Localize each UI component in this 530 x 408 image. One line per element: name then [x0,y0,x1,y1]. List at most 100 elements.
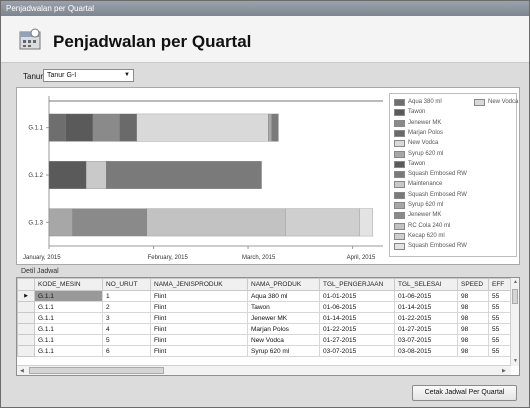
gantt-bar [119,113,137,142]
table-cell[interactable]: G.1.1 [34,345,103,357]
current-row-indicator-icon[interactable]: ▶ [17,290,35,302]
print-schedule-button[interactable]: Cetak Jadwal Per Quartal [412,385,517,401]
legend-label: Syrup 620 ml [408,202,444,208]
scroll-right-icon[interactable]: ▶ [502,368,506,374]
column-header[interactable]: SPEED [457,278,489,291]
row-header[interactable] [17,345,35,357]
table-cell[interactable]: G.1.1 [34,301,103,313]
table-cell[interactable]: 6 [102,345,151,357]
table-row[interactable]: G.1.1 5 Flint New Vodca 01-27-2015 03-07-2015… [17,334,519,346]
table-cell[interactable]: 1 [102,290,151,302]
column-header[interactable]: NO_URUT [102,278,151,291]
legend-swatch [394,129,405,137]
table-cell[interactable]: 98 [457,290,489,302]
legend-swatch [394,140,405,148]
chart-legend: Aqua 380 ml New Vodca Tawon Jenewer MK Marja… [389,93,518,257]
tanur-label: Tanur [23,72,44,81]
table-row[interactable]: G.1.1 2 Flint Tawon 01-06-2015 01-14-2015 98 55 [17,301,519,313]
legend-swatch [394,171,405,179]
table-cell[interactable]: 98 [457,345,489,357]
vertical-scrollbar[interactable]: ▲ ▼ [510,278,519,366]
table-cell[interactable]: 01-22-2015 [394,312,458,324]
legend-label: New Vodca [408,140,439,147]
table-cell[interactable]: Flint [150,290,248,302]
table-cell[interactable]: 01-14-2015 [394,301,458,313]
schedule-table[interactable]: KODE_MESIN NO_URUT NAMA_JENISPRODUK NAMA… [16,277,520,376]
table-cell[interactable]: Flint [150,312,248,324]
table-cell[interactable]: 01-27-2015 [394,323,458,335]
legend-label: Kecap 620 ml [408,232,445,239]
table-cell[interactable]: 2 [102,301,151,313]
table-cell[interactable]: 98 [457,301,489,313]
legend-label: Aqua 380 ml [408,99,442,105]
legend-swatch [394,181,405,189]
x-tick-label: January, 2015 [23,255,61,261]
vertical-scroll-thumb[interactable] [512,289,518,304]
table-row[interactable]: G.1.1 3 Flint Jenewer MK 01-14-2015 01-22-201… [17,312,519,324]
legend-swatch [394,212,405,220]
table-cell[interactable]: 98 [457,323,489,335]
legend-label: Jenewer MK [408,119,442,126]
table-cell[interactable]: G.1.1 [34,312,103,324]
table-cell[interactable]: G.1.1 [34,290,103,302]
row-header[interactable] [17,334,35,346]
table-cell[interactable]: 98 [457,334,489,346]
legend-swatch [394,232,405,240]
table-cell[interactable]: Aqua 380 ml [247,290,320,302]
gantt-chart: G.1.1 G.1.2 G.1.3 January, 2015 February, 20… [23,96,383,261]
column-header[interactable]: NAMA_JENISPRODUK [150,278,248,291]
column-header[interactable]: TGL_SELESAI [394,278,458,291]
detail-schedule-label: Detil Jadwal [21,268,59,275]
header-area: Penjadwalan per Quartal [1,16,529,63]
y-tick-label: G.1.2 [28,173,43,179]
scroll-left-icon[interactable]: ◀ [20,368,24,374]
table-cell[interactable]: G.1.1 [34,323,103,335]
table-cell[interactable]: 01-14-2015 [319,312,395,324]
table-cell[interactable]: Syrup 620 ml [247,345,320,357]
gantt-bar [271,113,279,142]
table-cell[interactable]: 01-06-2015 [394,290,458,302]
row-header[interactable] [17,301,35,313]
tanur-dropdown[interactable]: Tanur G-I ▼ [43,69,134,82]
gantt-bar [72,208,147,237]
title-bar: Penjadwalan per Quartal [1,1,529,16]
legend-swatch [394,202,405,209]
table-cell[interactable]: 03-07-2015 [319,345,395,357]
page-title: Penjadwalan per Quartal [53,32,252,51]
legend-swatch [394,160,405,168]
table-cell[interactable]: G.1.1 [34,334,103,346]
horizontal-scrollbar[interactable]: ◀ ▶ [17,365,511,375]
scroll-up-icon[interactable]: ▲ [513,279,518,285]
table-cell[interactable]: Flint [150,323,248,335]
column-header[interactable]: KODE_MESIN [34,278,103,291]
horizontal-scroll-thumb[interactable] [29,367,164,374]
table-cell[interactable]: 01-27-2015 [319,334,395,346]
table-cell[interactable]: 4 [102,323,151,335]
table-cell[interactable]: Flint [150,301,248,313]
column-header[interactable]: NAMA_PRODUK [247,278,320,291]
table-cell[interactable]: 03-08-2015 [394,345,458,357]
table-cell[interactable]: 01-01-2015 [319,290,395,302]
table-cell[interactable]: 01-06-2015 [319,301,395,313]
table-cell[interactable]: Jenewer MK [247,312,320,324]
row-header[interactable] [17,312,35,324]
table-cell[interactable]: 5 [102,334,151,346]
table-cell[interactable]: 01-22-2015 [319,323,395,335]
legend-swatch [394,99,405,106]
legend-label: Squash Embosed RW [408,171,467,178]
table-cell[interactable]: Marjan Polos [247,323,320,335]
table-cell[interactable]: New Vodca [247,334,320,346]
row-header[interactable] [17,323,35,335]
table-cell[interactable]: 98 [457,312,489,324]
scroll-down-icon[interactable]: ▼ [513,358,518,364]
table-row[interactable]: G.1.1 4 Flint Marjan Polos 01-22-2015 01-27-2… [17,323,519,335]
table-cell[interactable]: Flint [150,334,248,346]
table-row[interactable]: G.1.1 6 Flint Syrup 620 ml 03-07-2015 03-08-2… [17,345,519,357]
table-cell[interactable]: 03-07-2015 [394,334,458,346]
column-header[interactable]: TGL_PENGERJAAN [319,278,395,291]
x-tick-label: February, 2015 [148,255,189,261]
table-cell[interactable]: 3 [102,312,151,324]
table-cell[interactable]: Flint [150,345,248,357]
table-row[interactable]: ▶ G.1.1 1 Flint Aqua 380 ml 01-01-2015 01-06-2… [17,290,519,302]
table-cell[interactable]: Tawon [247,301,320,313]
